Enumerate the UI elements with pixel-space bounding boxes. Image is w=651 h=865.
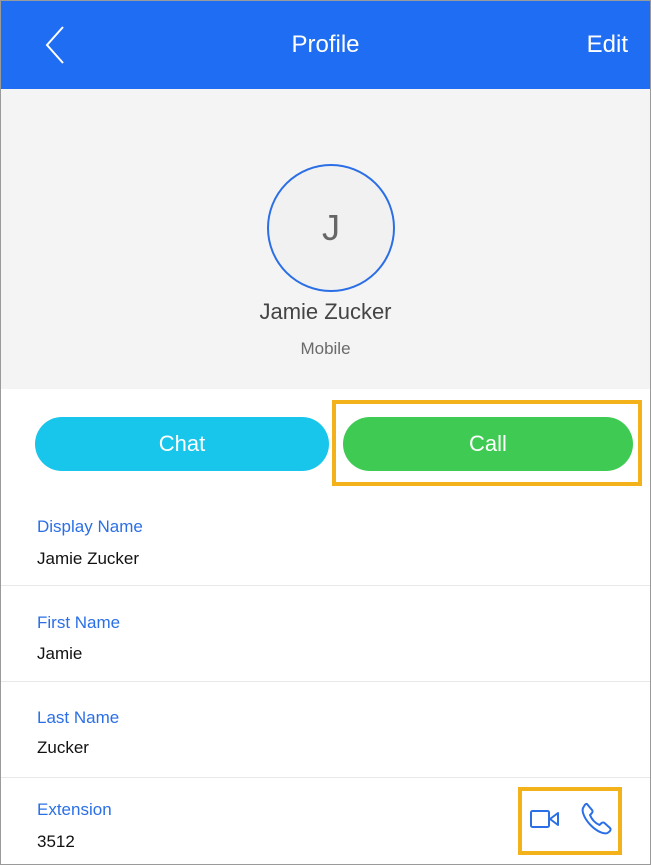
field-label: First Name [37, 613, 121, 632]
field-label: Extension [37, 800, 112, 819]
field-first-name: First Name Jamie [1, 586, 650, 682]
call-button[interactable]: Call [343, 417, 633, 471]
phone-icon[interactable] [580, 801, 612, 835]
field-value: Jamie Zucker [37, 549, 140, 568]
avatar: J [267, 164, 395, 292]
profile-name: Jamie Zucker [259, 299, 392, 324]
field-display-name: Display Name Jamie Zucker [1, 503, 650, 586]
avatar-initial: J [322, 207, 340, 248]
profile-summary: J Jamie Zucker Mobile [1, 89, 650, 389]
header-bar: Profile Edit [1, 1, 650, 89]
edit-button[interactable]: Edit [587, 1, 628, 89]
video-camera-icon[interactable] [529, 804, 561, 834]
chat-button[interactable]: Chat [35, 417, 329, 471]
field-last-name: Last Name Zucker [1, 682, 650, 778]
field-label: Display Name [37, 517, 143, 536]
app-frame: Profile Edit J Jamie Zucker Mobile Chat … [0, 0, 651, 865]
field-value: 3512 [37, 832, 75, 851]
field-value: Zucker [37, 738, 89, 757]
field-label: Last Name [37, 708, 120, 727]
profile-subtitle: Mobile [300, 339, 351, 358]
field-value: Jamie [37, 644, 83, 663]
page-title: Profile [291, 31, 360, 58]
